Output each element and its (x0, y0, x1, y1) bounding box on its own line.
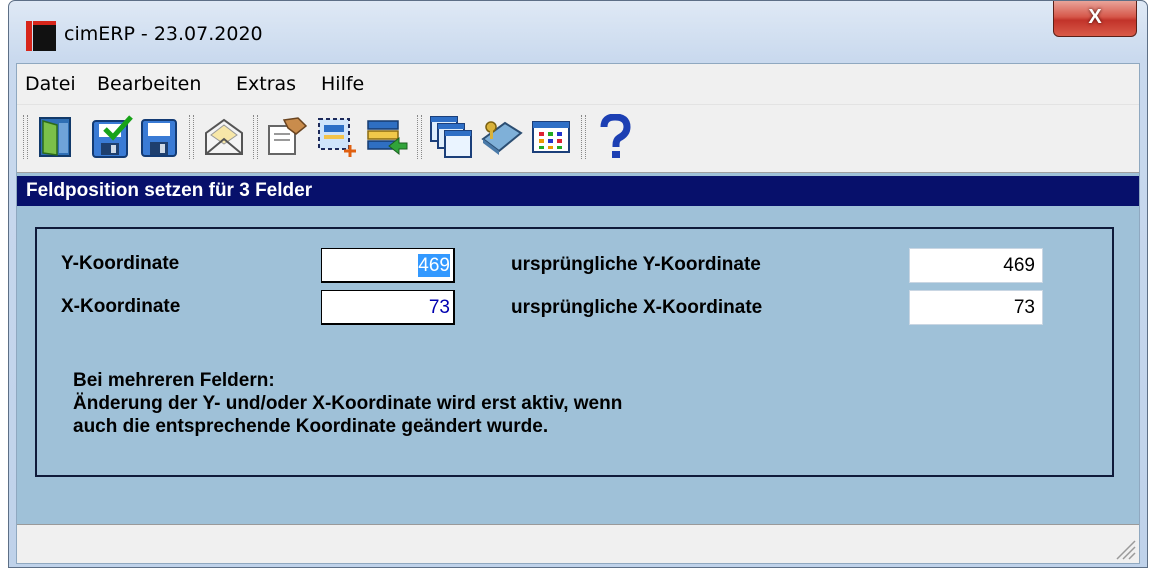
coordinate-group-box: Y-Koordinate 469 ursprüngliche Y-Koordin… (35, 227, 1114, 477)
grid-table-icon (532, 121, 570, 153)
properties-button[interactable] (263, 112, 311, 162)
exit-door-icon (39, 117, 71, 157)
save-and-close-button[interactable] (88, 112, 136, 162)
window-title: cimERP - 23.07.2020 (64, 23, 263, 45)
toolbar-grip[interactable] (23, 115, 28, 159)
new-field-button[interactable] (313, 112, 361, 162)
help-button[interactable] (591, 112, 639, 162)
toolbar (17, 104, 1139, 173)
y-coordinate-label: Y-Koordinate (61, 253, 180, 274)
info-note: Bei mehreren Feldern: Änderung der Y- un… (73, 369, 622, 438)
info-note-line: auch die entsprechende Koordinate geände… (73, 416, 549, 437)
toolbar-separator (253, 115, 258, 159)
x-coordinate-input[interactable]: 73 (321, 290, 455, 325)
x-coordinate-label: X-Koordinate (61, 296, 181, 317)
mail-button[interactable] (200, 112, 248, 162)
y-coordinate-value: 469 (418, 254, 450, 277)
toolbar-separator (581, 115, 586, 159)
close-button[interactable]: X (1053, 1, 1137, 37)
orig-x-coordinate-field: 73 (909, 290, 1043, 325)
cimerp-logo-icon (26, 21, 56, 51)
windows-cascade-icon (430, 116, 472, 158)
import-list-button[interactable] (363, 112, 411, 162)
client-area: Datei Bearbeiten Extras Hilfe Feldpositi… (16, 63, 1140, 564)
title-bar[interactable]: cimERP - 23.07.2020 X (9, 1, 1147, 63)
table-button[interactable] (527, 112, 575, 162)
menu-hilfe[interactable]: Hilfe (321, 73, 364, 95)
help-icon (600, 114, 631, 158)
save-button[interactable] (135, 112, 183, 162)
menu-extras[interactable]: Extras (236, 73, 296, 95)
resize-grip-icon[interactable] (1111, 535, 1137, 561)
windows-button[interactable] (427, 112, 475, 162)
save-check-icon (92, 115, 133, 158)
book-key-icon (481, 121, 523, 155)
mail-envelope-icon (205, 118, 243, 155)
book-button[interactable] (477, 112, 525, 162)
info-note-line: Bei mehreren Feldern: (73, 370, 275, 391)
orig-x-coordinate-label: ursprüngliche X-Koordinate (511, 297, 763, 318)
new-field-icon (318, 118, 356, 157)
status-bar (17, 524, 1139, 563)
toolbar-separator (417, 115, 422, 159)
orig-y-coordinate-field: 469 (909, 248, 1043, 283)
y-coordinate-input[interactable]: 469 (321, 248, 455, 283)
dialog-header: Feldposition setzen für 3 Felder (17, 176, 1139, 206)
hand-card-icon (268, 117, 308, 155)
orig-y-coordinate-label: ursprüngliche Y-Koordinate (511, 254, 761, 275)
info-note-line: Änderung der Y- und/oder X-Koordinate wi… (73, 393, 623, 414)
toolbar-separator (189, 115, 194, 159)
app-window: cimERP - 23.07.2020 X Datei Bearbeiten E… (8, 0, 1148, 568)
list-import-icon (367, 120, 408, 156)
menu-bearbeiten[interactable]: Bearbeiten (97, 73, 201, 95)
menu-datei[interactable]: Datei (25, 73, 76, 95)
save-icon (141, 119, 177, 157)
exit-button[interactable] (33, 112, 81, 162)
menu-bar: Datei Bearbeiten Extras Hilfe (17, 64, 1139, 104)
